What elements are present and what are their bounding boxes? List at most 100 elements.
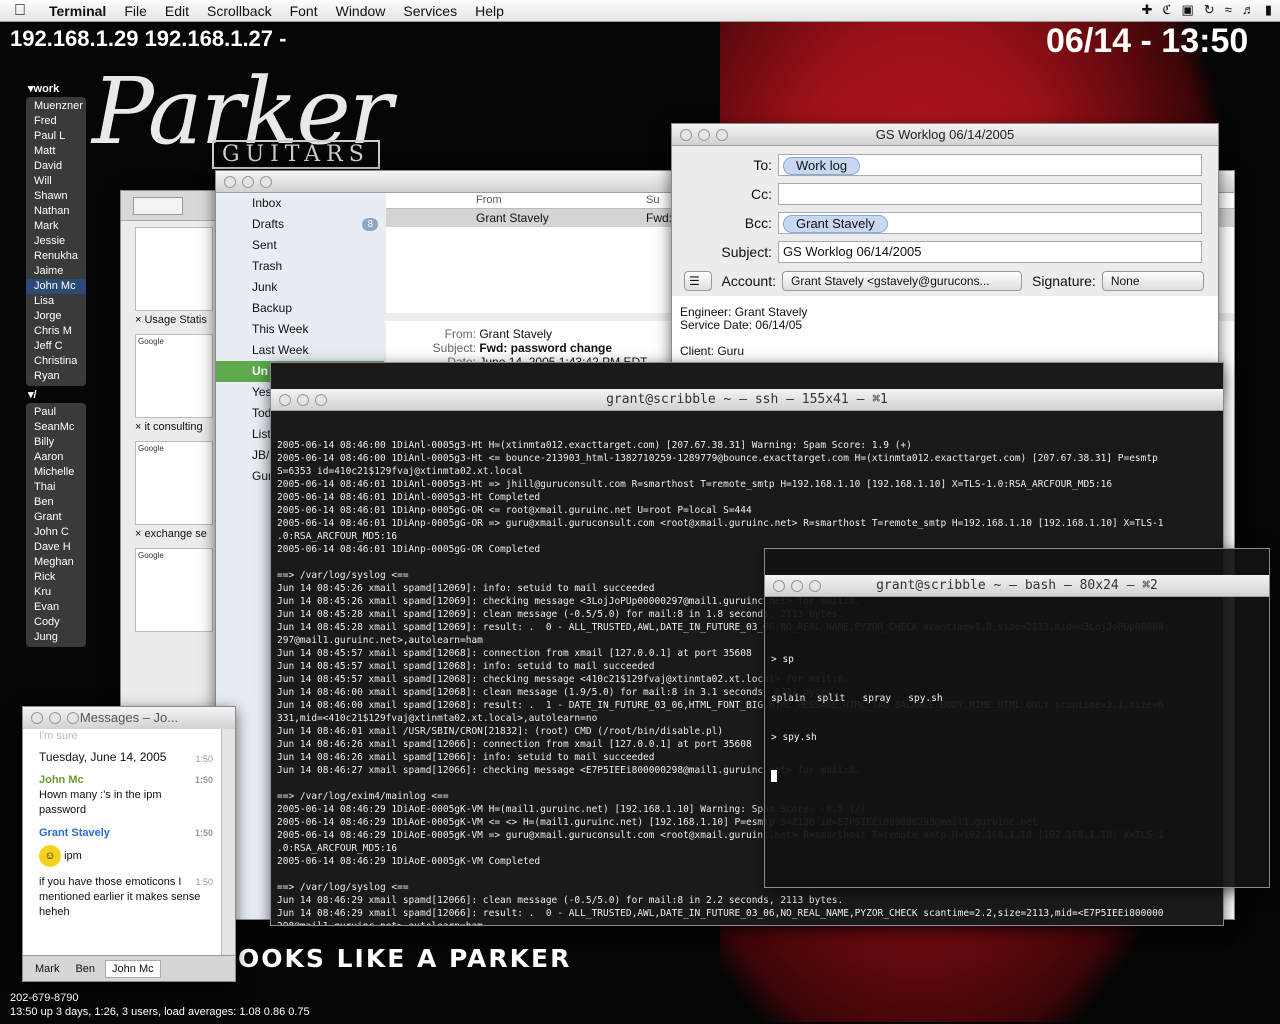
wifi-icon[interactable]: ≈ <box>1225 2 1232 18</box>
buddy-item[interactable]: Lisa <box>26 294 86 309</box>
menu-edit[interactable]: Edit <box>156 3 198 19</box>
buddy-item[interactable]: Kru <box>26 585 86 600</box>
minimize-button[interactable] <box>698 129 710 141</box>
buddy-item[interactable]: Michelle <box>26 465 86 480</box>
buddy-item[interactable]: Nathan <box>26 204 86 219</box>
buddy-item[interactable]: Ryan <box>26 369 86 384</box>
buddy-item[interactable]: Matt <box>26 144 86 159</box>
buddy-item[interactable]: Paul L <box>26 129 86 144</box>
chat-scrollbar[interactable] <box>221 729 235 955</box>
buddy-item[interactable]: Billy <box>26 435 86 450</box>
buddy-item[interactable]: Jessie <box>26 234 86 249</box>
tab-ben[interactable]: Ben <box>69 961 101 977</box>
mailbox-item[interactable]: Junk <box>216 277 384 298</box>
subject-field[interactable]: GS Worklog 06/14/2005 <box>778 240 1202 263</box>
buddy-item[interactable]: Grant <box>26 510 86 525</box>
recipient-token[interactable]: Grant Stavely <box>783 214 888 233</box>
zoom-button[interactable] <box>716 129 728 141</box>
buddy-item[interactable]: Jung <box>26 630 86 645</box>
zoom-button[interactable] <box>315 394 327 406</box>
options-menu-icon[interactable]: ☰ <box>684 270 712 291</box>
cc-field[interactable] <box>778 182 1202 205</box>
buddy-item[interactable]: Aaron <box>26 450 86 465</box>
menu-window[interactable]: Window <box>327 3 395 19</box>
buddy-item[interactable]: Jaime <box>26 264 86 279</box>
bcc-field[interactable]: Grant Stavely <box>778 211 1202 234</box>
buddy-item[interactable]: Mark <box>26 219 86 234</box>
battery-icon[interactable]: ▮ <box>1265 2 1272 18</box>
page-thumbnail[interactable] <box>135 227 213 311</box>
buddy-item[interactable]: Jorge <box>26 309 86 324</box>
zoom-button[interactable] <box>67 712 79 724</box>
view-toggle[interactable] <box>133 197 183 215</box>
terminal-titlebar[interactable]: grant@scribble ~ — bash — 80x24 — ⌘2 <box>765 575 1269 597</box>
buddy-item[interactable]: John Mc <box>26 279 86 294</box>
minimize-button[interactable] <box>297 394 309 406</box>
close-button[interactable] <box>773 580 785 592</box>
buddy-item[interactable]: Renukha <box>26 249 86 264</box>
apple-menu-icon[interactable]:  <box>0 2 40 20</box>
menu-file[interactable]: File <box>115 3 156 19</box>
buddy-item[interactable]: Ben <box>26 495 86 510</box>
buddy-item[interactable]: Evan <box>26 600 86 615</box>
buddy-item[interactable]: Will <box>26 174 86 189</box>
mailbox-item[interactable]: Sent <box>216 235 384 256</box>
mailbox-item[interactable]: Last Week <box>216 340 384 361</box>
compose-titlebar[interactable]: GS Worklog 06/14/2005 <box>672 124 1218 146</box>
account-select[interactable]: Grant Stavely <gstavely@gurucons... <box>782 270 1022 291</box>
buddy-item[interactable]: Shawn <box>26 189 86 204</box>
chat-titlebar[interactable]: Messages – Jo... <box>23 707 235 729</box>
buddy-item[interactable]: Jeff C <box>26 339 86 354</box>
page-thumbnail[interactable]: Google <box>135 548 213 632</box>
terminal-output[interactable]: > sp splain split spray spy.sh > spy.sh <box>765 623 1269 816</box>
buddy-item[interactable]: Thai <box>26 480 86 495</box>
close-button[interactable] <box>224 176 236 188</box>
terminal-titlebar[interactable]: grant@scribble ~ — ssh — 155x41 — ⌘1 <box>271 389 1223 411</box>
buddy-item[interactable]: Christina <box>26 354 86 369</box>
buddy-item[interactable]: John C <box>26 525 86 540</box>
mailbox-item[interactable]: Inbox <box>216 193 384 214</box>
group-work-header[interactable]: ▾work <box>26 80 86 97</box>
buddy-item[interactable]: Paul <box>26 405 86 420</box>
minimize-button[interactable] <box>791 580 803 592</box>
mailbox-item[interactable]: Backup <box>216 298 384 319</box>
plus-icon[interactable]: ✚ <box>1141 2 1152 18</box>
menu-help[interactable]: Help <box>466 3 513 19</box>
zoom-button[interactable] <box>260 176 272 188</box>
signature-select[interactable]: None <box>1101 270 1204 291</box>
buddy-item[interactable]: Chris M <box>26 324 86 339</box>
group-slash-header[interactable]: ▾/ <box>26 386 86 403</box>
page-thumbnail[interactable]: Google <box>135 334 213 418</box>
mailbox-item[interactable]: Drafts 8 <box>216 214 384 235</box>
close-button[interactable] <box>31 712 43 724</box>
minimize-button[interactable] <box>242 176 254 188</box>
buddy-item[interactable]: Muenzner <box>26 99 86 114</box>
close-button[interactable] <box>279 394 291 406</box>
recipient-token[interactable]: Work log <box>783 156 861 175</box>
close-button[interactable] <box>680 129 692 141</box>
mailbox-item[interactable]: Trash <box>216 256 384 277</box>
column-from[interactable]: From <box>476 194 502 206</box>
volume-icon[interactable]: ♬ <box>1242 2 1255 18</box>
buddy-item[interactable]: Cody <box>26 615 86 630</box>
mailbox-item[interactable]: This Week <box>216 319 384 340</box>
column-subject[interactable]: Su <box>646 194 659 206</box>
tab-john-mc[interactable]: John Mc <box>105 959 161 978</box>
menu-app[interactable]: Terminal <box>40 3 115 19</box>
display-icon[interactable]: ▣ <box>1182 2 1194 18</box>
script-icon[interactable]: ℭ <box>1162 2 1171 18</box>
buddy-item[interactable]: Meghan <box>26 555 86 570</box>
menu-services[interactable]: Services <box>394 3 466 19</box>
buddy-item[interactable]: Fred <box>26 114 86 129</box>
menu-font[interactable]: Font <box>281 3 327 19</box>
buddy-item[interactable]: Rick <box>26 570 86 585</box>
tab-mark[interactable]: Mark <box>29 961 65 977</box>
buddy-item[interactable]: SeanMc <box>26 420 86 435</box>
minimize-button[interactable] <box>49 712 61 724</box>
page-thumbnail[interactable]: Google <box>135 441 213 525</box>
buddy-item[interactable]: David <box>26 159 86 174</box>
to-field[interactable]: Work log <box>778 153 1202 176</box>
buddy-item[interactable]: Dave H <box>26 540 86 555</box>
sync-icon[interactable]: ↻ <box>1204 2 1215 18</box>
menu-scrollback[interactable]: Scrollback <box>198 3 281 19</box>
